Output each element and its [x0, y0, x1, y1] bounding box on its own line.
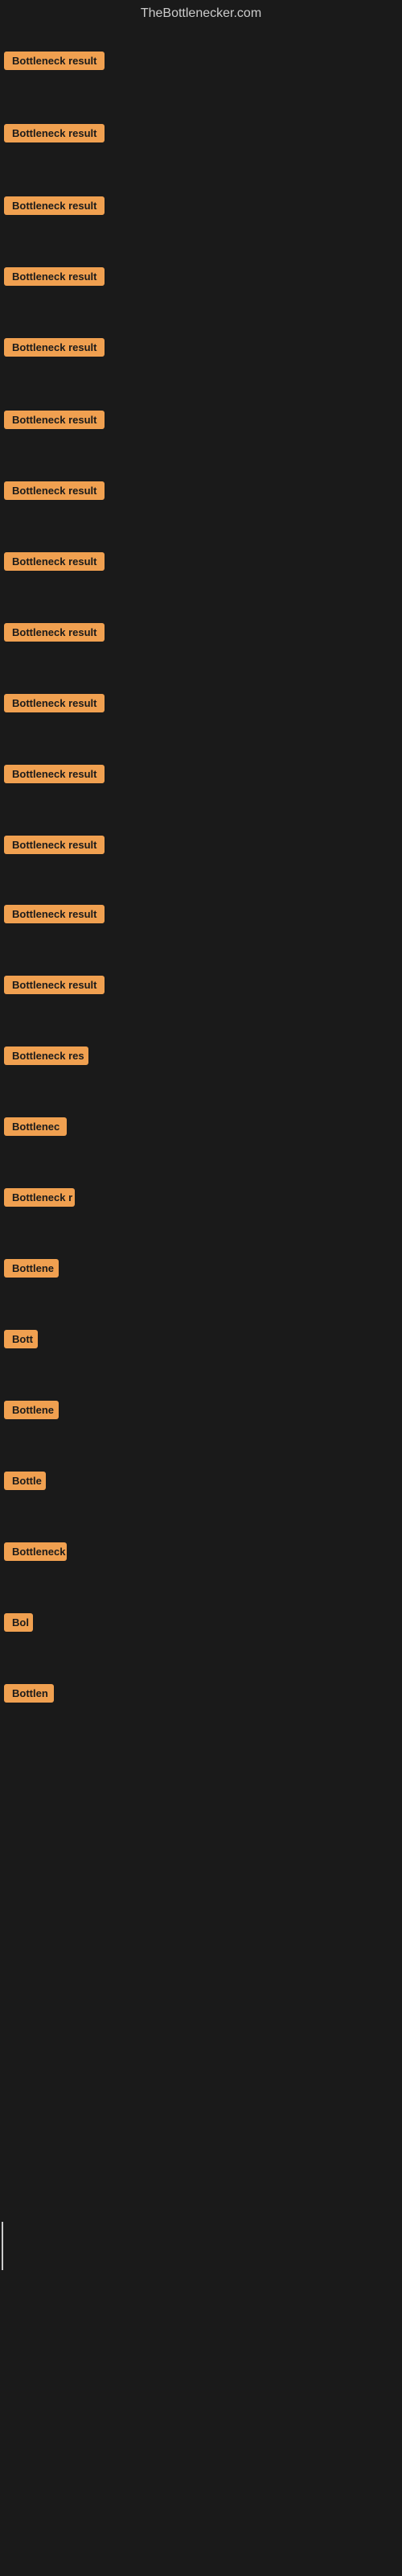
- badge-row-2: Bottleneck result: [4, 124, 105, 147]
- bottleneck-badge-16[interactable]: Bottlenec: [4, 1117, 67, 1136]
- bottleneck-badge-12[interactable]: Bottleneck result: [4, 836, 105, 854]
- bottleneck-badge-11[interactable]: Bottleneck result: [4, 765, 105, 783]
- bottleneck-badge-1[interactable]: Bottleneck result: [4, 52, 105, 70]
- bottleneck-badge-21[interactable]: Bottle: [4, 1472, 46, 1490]
- badge-row-1: Bottleneck result: [4, 52, 105, 74]
- badge-row-10: Bottleneck result: [4, 694, 105, 716]
- badge-row-4: Bottleneck result: [4, 267, 105, 290]
- bottleneck-badge-14[interactable]: Bottleneck result: [4, 976, 105, 994]
- bottleneck-badge-15[interactable]: Bottleneck res: [4, 1046, 88, 1065]
- bottleneck-badge-23[interactable]: Bol: [4, 1613, 33, 1632]
- bottleneck-badge-10[interactable]: Bottleneck result: [4, 694, 105, 712]
- bottleneck-badge-3[interactable]: Bottleneck result: [4, 196, 105, 215]
- badge-row-22: Bottleneck: [4, 1542, 67, 1565]
- bottleneck-badge-8[interactable]: Bottleneck result: [4, 552, 105, 571]
- bottleneck-badge-13[interactable]: Bottleneck result: [4, 905, 105, 923]
- badge-row-18: Bottlene: [4, 1259, 59, 1282]
- badge-row-6: Bottleneck result: [4, 411, 105, 433]
- bottleneck-badge-22[interactable]: Bottleneck: [4, 1542, 67, 1561]
- badge-row-11: Bottleneck result: [4, 765, 105, 787]
- bottleneck-badge-4[interactable]: Bottleneck result: [4, 267, 105, 286]
- bottleneck-badge-19[interactable]: Bott: [4, 1330, 38, 1348]
- badge-row-23: Bol: [4, 1613, 33, 1636]
- bottleneck-badge-7[interactable]: Bottleneck result: [4, 481, 105, 500]
- badge-row-17: Bottleneck r: [4, 1188, 75, 1211]
- site-title: TheBottlenecker.com: [0, 0, 402, 27]
- badge-row-16: Bottlenec: [4, 1117, 67, 1140]
- badge-row-20: Bottlene: [4, 1401, 59, 1423]
- badge-row-13: Bottleneck result: [4, 905, 105, 927]
- badge-row-24: Bottlen: [4, 1684, 54, 1707]
- badge-row-8: Bottleneck result: [4, 552, 105, 575]
- badge-row-3: Bottleneck result: [4, 196, 105, 219]
- badge-row-5: Bottleneck result: [4, 338, 105, 361]
- badge-row-7: Bottleneck result: [4, 481, 105, 504]
- badge-row-9: Bottleneck result: [4, 623, 105, 646]
- bottleneck-badge-2[interactable]: Bottleneck result: [4, 124, 105, 142]
- badge-row-12: Bottleneck result: [4, 836, 105, 858]
- bottleneck-badge-18[interactable]: Bottlene: [4, 1259, 59, 1278]
- bottleneck-badge-6[interactable]: Bottleneck result: [4, 411, 105, 429]
- bottleneck-badge-20[interactable]: Bottlene: [4, 1401, 59, 1419]
- cursor: [2, 2222, 3, 2270]
- badge-row-19: Bott: [4, 1330, 38, 1352]
- bottleneck-badge-5[interactable]: Bottleneck result: [4, 338, 105, 357]
- bottleneck-badge-9[interactable]: Bottleneck result: [4, 623, 105, 642]
- badge-row-21: Bottle: [4, 1472, 46, 1494]
- badge-row-15: Bottleneck res: [4, 1046, 88, 1069]
- bottleneck-badge-17[interactable]: Bottleneck r: [4, 1188, 75, 1207]
- bottleneck-badge-24[interactable]: Bottlen: [4, 1684, 54, 1703]
- badge-row-14: Bottleneck result: [4, 976, 105, 998]
